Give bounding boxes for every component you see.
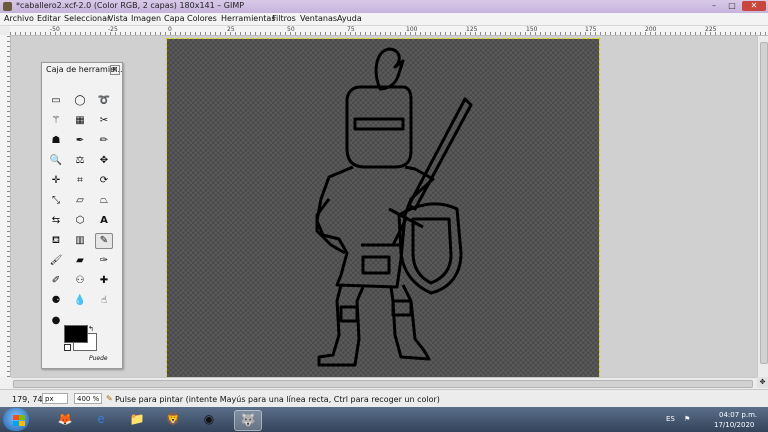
- toolbox-window: Caja de herramie... ⊠ ▭ ◯ ➰ ⚚ ▦ ✂ ☗ ✒ ✏ …: [41, 62, 123, 369]
- toolbox-hint: Puede: [89, 355, 108, 362]
- pencil-status-icon: ✎: [106, 394, 113, 403]
- blur-icon[interactable]: 💧: [71, 293, 89, 309]
- image-canvas[interactable]: [166, 38, 600, 378]
- tray-flag-icon[interactable]: ⚑: [684, 415, 690, 423]
- text-icon[interactable]: A: [95, 213, 113, 229]
- ruler-marks: [7, 35, 10, 377]
- start-button[interactable]: [3, 408, 29, 431]
- navigate-icon[interactable]: ✥: [757, 377, 768, 388]
- dodge-burn-icon[interactable]: ●: [47, 313, 65, 329]
- smudge-icon[interactable]: ☝: [95, 293, 113, 309]
- menu-archivo[interactable]: Archivo: [4, 14, 34, 23]
- close-window-button[interactable]: ✕: [742, 1, 766, 11]
- scale-icon[interactable]: ⤡: [47, 193, 65, 209]
- zoom-icon[interactable]: 🔍: [47, 153, 65, 169]
- blend-icon[interactable]: ▥: [71, 233, 89, 249]
- edge-icon[interactable]: e: [88, 410, 114, 429]
- paths-icon[interactable]: ✒: [71, 133, 89, 149]
- scissors-icon[interactable]: ✂: [95, 113, 113, 129]
- ellipse-select-icon[interactable]: ◯: [71, 93, 89, 109]
- menu-ventanas[interactable]: Ventanas: [300, 14, 337, 23]
- windows-logo-icon: [13, 415, 25, 426]
- ruler-marks: [10, 32, 768, 35]
- foreground-color-swatch[interactable]: [64, 325, 88, 343]
- rect-select-icon[interactable]: ▭: [47, 93, 65, 109]
- free-select-icon[interactable]: ➰: [95, 93, 113, 109]
- file-explorer-icon[interactable]: 📁: [124, 410, 150, 429]
- foreground-select-icon[interactable]: ☗: [47, 133, 65, 149]
- horizontal-scrollbar[interactable]: [11, 377, 757, 389]
- menu-herramientas[interactable]: Herramientas: [221, 14, 276, 23]
- maximize-button[interactable]: □: [724, 1, 740, 11]
- toolbox-close-icon[interactable]: ⊠: [110, 65, 120, 75]
- gimp-taskbar-icon[interactable]: 🐺: [234, 410, 262, 431]
- firefox-icon[interactable]: 🦊: [52, 410, 78, 429]
- menu-ayuda[interactable]: Ayuda: [337, 14, 362, 23]
- menu-filtros[interactable]: Filtros: [272, 14, 296, 23]
- clock-date[interactable]: 17/10/2020: [714, 421, 754, 429]
- pointer-coordinates: 179, 74: [12, 395, 43, 404]
- measure-icon[interactable]: ⚖: [71, 153, 89, 169]
- menu-editar[interactable]: Editar: [37, 14, 61, 23]
- flip-icon[interactable]: ⇆: [47, 213, 65, 229]
- horizontal-scroll-thumb[interactable]: [13, 380, 753, 388]
- swap-colors-icon[interactable]: ↰: [88, 325, 94, 333]
- minimize-button[interactable]: –: [706, 1, 722, 11]
- align-icon[interactable]: ✛: [47, 173, 65, 189]
- menu-colores[interactable]: Colores: [187, 14, 217, 23]
- zoom-select[interactable]: 400 %: [74, 393, 102, 404]
- menu-capa[interactable]: Capa: [164, 14, 184, 23]
- perspective-icon[interactable]: ⏢: [95, 193, 113, 209]
- clone-icon[interactable]: ⚇: [71, 273, 89, 289]
- clock-time[interactable]: 04:07 p.m.: [719, 411, 757, 419]
- chrome-icon[interactable]: ◉: [196, 410, 222, 429]
- move-icon[interactable]: ✥: [95, 153, 113, 169]
- rotate-icon[interactable]: ⟳: [95, 173, 113, 189]
- eraser-icon[interactable]: ▰: [71, 253, 89, 269]
- paintbrush-icon[interactable]: 🖌: [47, 253, 65, 269]
- heal-icon[interactable]: ✚: [95, 273, 113, 289]
- menu-imagen[interactable]: Imagen: [131, 14, 161, 23]
- menu-vista[interactable]: Vista: [108, 14, 128, 23]
- menu-bar: Archivo Editar Seleccionar Vista Imagen …: [0, 13, 768, 26]
- vertical-scrollbar[interactable]: [757, 36, 768, 377]
- cage-icon[interactable]: ⬡: [71, 213, 89, 229]
- fuzzy-select-icon[interactable]: ⚚: [47, 113, 65, 129]
- color-swatches: ↰: [64, 325, 100, 355]
- bucket-fill-icon[interactable]: ⛾: [47, 233, 65, 249]
- color-picker-icon[interactable]: ✏: [95, 133, 113, 149]
- status-bar: 179, 74 px 400 % ✎ Pulse para pintar (in…: [0, 389, 768, 408]
- vertical-ruler[interactable]: [0, 35, 11, 377]
- vertical-scroll-thumb[interactable]: [760, 42, 768, 364]
- airbrush-icon[interactable]: ✑: [95, 253, 113, 269]
- windows-taskbar: 🦊 e 📁 🦁 ◉ 🐺 ES ⚑ 04:07 p.m. 17/10/2020: [0, 407, 768, 432]
- window-title: *caballero2.xcf-2.0 (Color RGB, 2 capas)…: [16, 1, 245, 10]
- crop-icon[interactable]: ⌗: [71, 173, 89, 189]
- pencil-icon[interactable]: ✎: [95, 233, 113, 249]
- menu-seleccionar[interactable]: Seleccionar: [64, 14, 110, 23]
- gimp-app-icon: [3, 2, 12, 11]
- knight-drawing: [315, 47, 473, 367]
- ink-icon[interactable]: ✐: [47, 273, 65, 289]
- title-bar: *caballero2.xcf-2.0 (Color RGB, 2 capas)…: [0, 0, 768, 14]
- language-indicator[interactable]: ES: [666, 415, 675, 423]
- color-select-icon[interactable]: ▦: [71, 113, 89, 129]
- shear-icon[interactable]: ▱: [71, 193, 89, 209]
- status-message: Pulse para pintar (intente Mayús para un…: [115, 395, 440, 404]
- reset-colors-icon[interactable]: [64, 344, 71, 351]
- brave-icon[interactable]: 🦁: [160, 410, 186, 429]
- perspective-clone-icon[interactable]: ⚈: [47, 293, 65, 309]
- unit-select[interactable]: px: [42, 393, 68, 404]
- horizontal-ruler[interactable]: -50 -25 0 25 50 75 100 125 150 175 200 2…: [10, 26, 768, 36]
